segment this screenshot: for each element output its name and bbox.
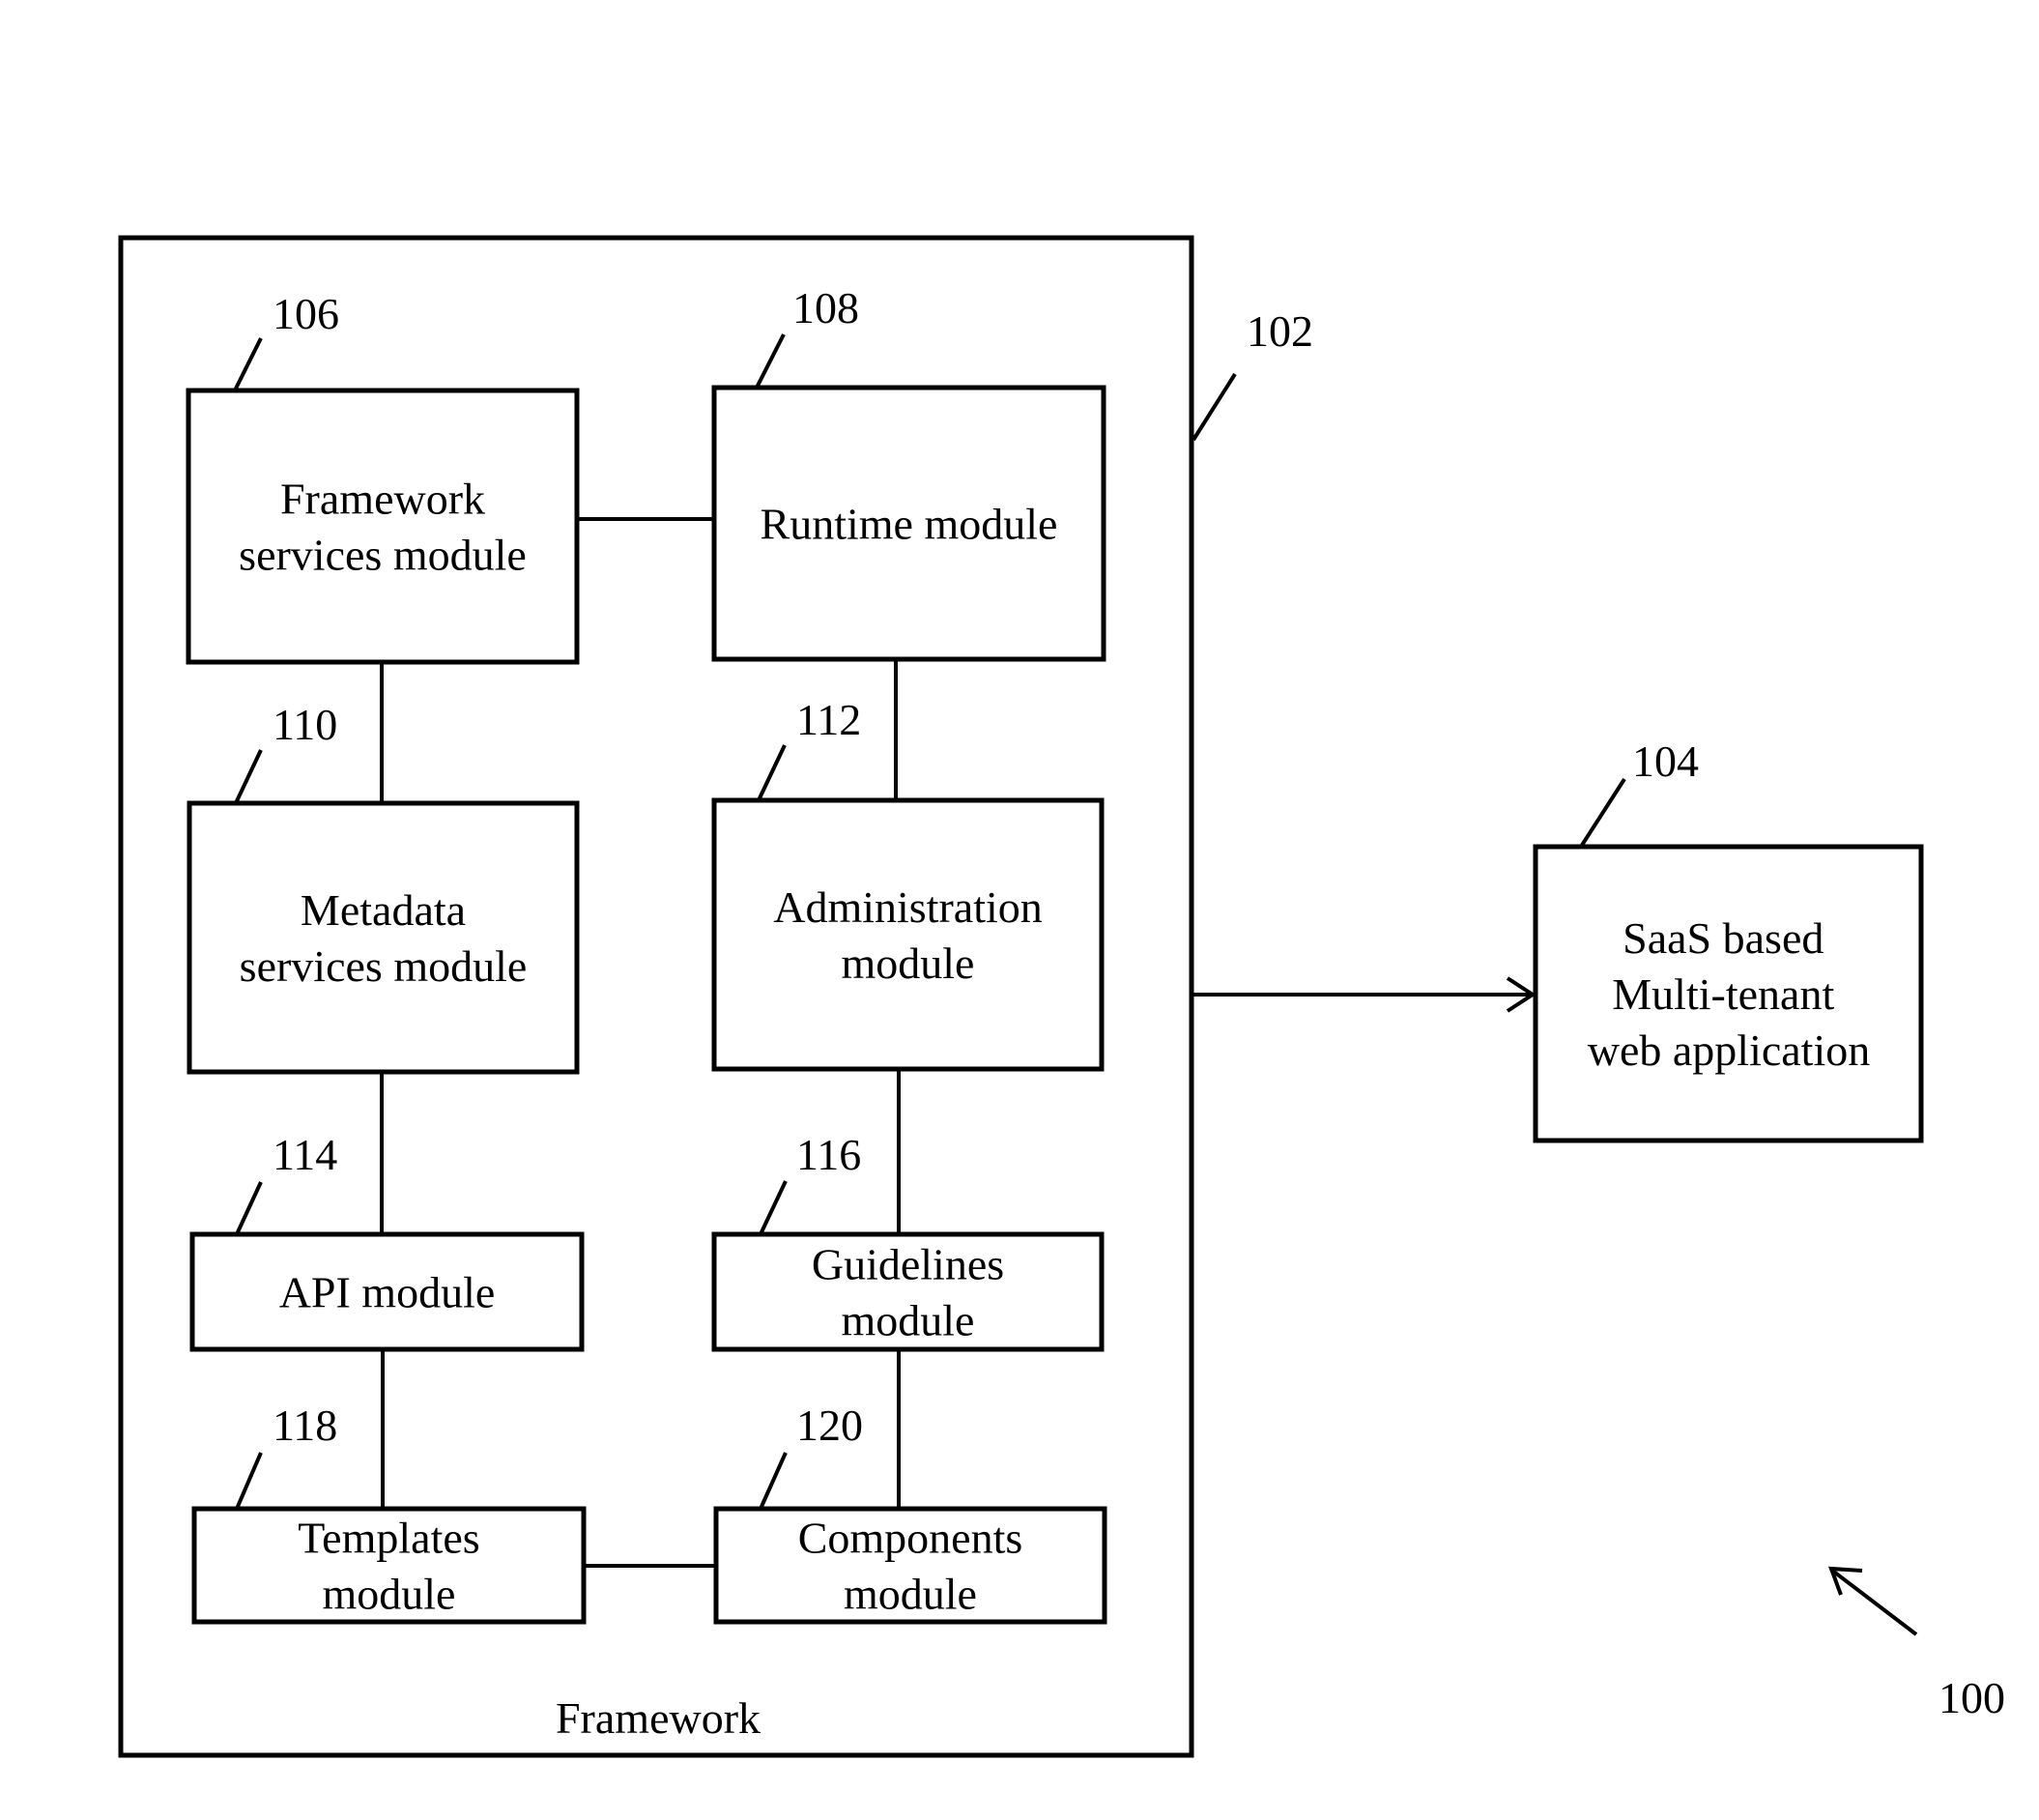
module-runtime: Runtime module 108 — [711, 283, 1106, 662]
ref-label-120: 120 — [796, 1401, 863, 1450]
ref-label-112: 112 — [796, 695, 861, 744]
module-label-line: Metadata — [301, 885, 466, 935]
module-label-line: module — [842, 1296, 975, 1345]
ref-label-114: 114 — [273, 1130, 337, 1179]
application-label-line-3: web application — [1588, 1026, 1871, 1075]
ref-label-118: 118 — [273, 1401, 337, 1450]
module-label-line: Runtime module — [761, 500, 1058, 549]
module-label-line: Templates — [298, 1514, 479, 1563]
module-components: Components module 120 — [713, 1401, 1107, 1625]
leader-line-102 — [1192, 372, 1237, 442]
module-guidelines: Guidelines module 116 — [711, 1130, 1105, 1352]
module-label: Runtime module — [761, 500, 1058, 549]
leader-line-112 — [757, 744, 787, 801]
module-templates: Templates module 118 — [191, 1401, 587, 1625]
module-boxes: Framework services module 106 Runtime modul… — [186, 283, 1107, 1625]
ref-label-110: 110 — [273, 700, 337, 749]
leader-line-120 — [759, 1452, 788, 1510]
figure-pointer-arrow — [1829, 1568, 1918, 1636]
module-label-line: services module — [239, 531, 527, 580]
module-api: API module 114 — [189, 1130, 585, 1352]
leader-line-118 — [235, 1452, 263, 1510]
leader-line-104 — [1579, 777, 1626, 849]
framework-label: Framework — [556, 1693, 761, 1743]
module-framework-services: Framework services module 106 — [186, 289, 580, 665]
ref-label-104: 104 — [1632, 737, 1699, 786]
module-label-line: module — [323, 1570, 456, 1619]
application-box-104: SaaS based Multi-tenant web application … — [1533, 737, 1924, 1143]
module-label-line: API module — [279, 1268, 496, 1317]
ref-label-106: 106 — [273, 289, 339, 338]
module-label-line: module — [842, 939, 975, 988]
leader-line-114 — [235, 1181, 263, 1235]
ref-label-108: 108 — [792, 283, 859, 332]
ref-label-100: 100 — [1938, 1673, 2005, 1722]
module-label-line: module — [844, 1570, 977, 1619]
module-label-line: Administration — [773, 882, 1043, 932]
module-box — [186, 388, 580, 665]
module-box — [187, 800, 580, 1075]
leader-line-110 — [234, 749, 263, 804]
ref-label-116: 116 — [796, 1130, 861, 1179]
module-label: API module — [279, 1268, 496, 1317]
leader-line-108 — [755, 333, 786, 389]
module-label-line: services module — [240, 941, 528, 991]
module-label-line: Framework — [280, 475, 485, 524]
leader-line-106 — [233, 337, 263, 391]
application-label-line-2: Multi-tenant — [1612, 969, 1834, 1019]
module-administration: Administration module 112 — [711, 695, 1105, 1072]
ref-label-102: 102 — [1247, 306, 1313, 356]
application-label: SaaS based Multi-tenant web application — [1588, 913, 1871, 1075]
figure-reference-100: 100 — [1828, 1566, 2005, 1722]
leader-line-116 — [759, 1180, 788, 1235]
application-label-line-1: SaaS based — [1623, 913, 1824, 963]
module-label-line: Components — [798, 1514, 1023, 1563]
system-diagram: Framework 102 Framework services module 10… — [118, 235, 2005, 1758]
module-box — [711, 797, 1105, 1072]
module-label-line: Guidelines — [812, 1240, 1004, 1289]
